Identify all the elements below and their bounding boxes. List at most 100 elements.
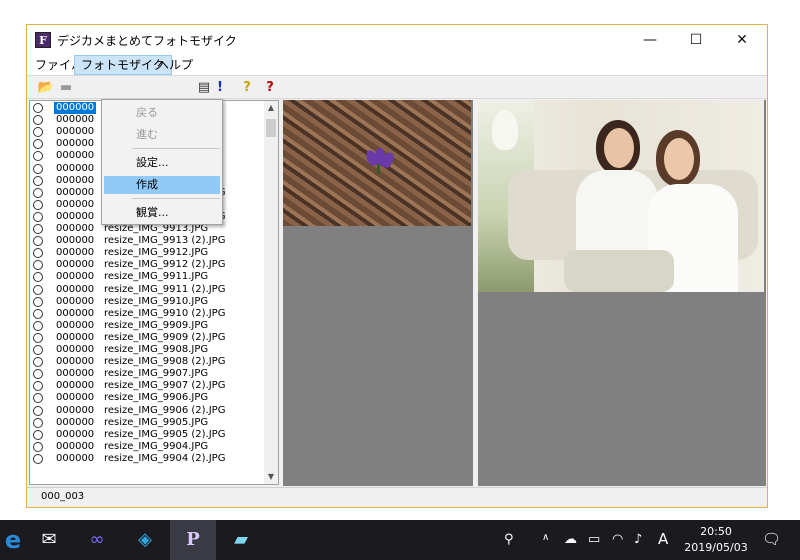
item-number: 000000 [56, 392, 95, 404]
list-item[interactable]: 000000 resize_IMG_9909.JPG [30, 320, 266, 332]
menu-view[interactable]: 観賞... [104, 204, 220, 222]
item-filename: resize_IMG_9907.JPG [104, 368, 209, 380]
radio-circle-icon [33, 381, 43, 392]
radio-circle-icon [33, 224, 43, 234]
context-help-icon[interactable]: ? [261, 79, 279, 97]
mail-icon[interactable]: ✉ [26, 520, 72, 560]
open-folder-icon[interactable]: 📂 [37, 79, 55, 97]
list-item[interactable]: 000000 resize_IMG_9911.JPG [30, 271, 266, 283]
item-number: 000000 [56, 283, 95, 295]
list-item[interactable]: 000000 resize_IMG_9905.JPG [30, 417, 266, 429]
list-item[interactable]: 000000 resize_IMG_9907 (2).JPG [30, 380, 266, 392]
mosaic-preview-pane[interactable] [478, 100, 766, 486]
clock[interactable]: 20:50 2019/05/03 [676, 524, 756, 556]
item-number: 000000 [56, 295, 95, 307]
list-item[interactable]: 000000 resize_IMG_9908 (2).JPG [30, 356, 266, 368]
menu-create[interactable]: 作成 [104, 176, 220, 194]
portrait-photo [478, 100, 764, 292]
item-number: 000000 [56, 319, 95, 331]
minimize-button[interactable]: — [627, 25, 673, 55]
window-title: デジカメまとめてフォトモザイク [57, 34, 237, 48]
onedrive-icon[interactable]: ☁ [564, 532, 577, 547]
radio-circle-icon [33, 127, 43, 138]
list-item[interactable]: 000000 resize_IMG_9912.JPG [30, 247, 266, 259]
item-filename: resize_IMG_9910 (2).JPG [104, 307, 226, 319]
clock-time: 20:50 [700, 525, 732, 538]
volume-icon[interactable]: ♪ [634, 532, 642, 547]
item-number: 000000 [56, 247, 95, 259]
title-bar[interactable]: F デジカメまとめてフォトモザイク — ☐ ✕ [27, 25, 767, 55]
item-filename: resize_IMG_9911 (2).JPG [104, 283, 226, 295]
radio-circle-icon [33, 453, 43, 464]
radio-circle-icon [33, 284, 43, 295]
radio-circle-icon [33, 405, 43, 416]
menu-separator [132, 198, 220, 199]
infinity-app-icon[interactable]: ∞ [74, 520, 120, 560]
list-item[interactable]: 000000 resize_IMG_9911 (2).JPG [30, 284, 266, 296]
source-image-pane[interactable] [283, 100, 473, 486]
chevron-up-icon[interactable]: ∧ [542, 532, 549, 543]
radio-circle-icon [33, 248, 43, 259]
list-item[interactable]: 000000 resize_IMG_9904 (2).JPG [30, 453, 266, 465]
list-item[interactable]: 000000 resize_IMG_9906 (2).JPG [30, 405, 266, 417]
item-number: 000000 [56, 307, 95, 319]
exclamation-icon[interactable]: ! [211, 79, 229, 97]
app-window: F デジカメまとめてフォトモザイク — ☐ ✕ ファイル フォトモザイク ヘルプ… [26, 24, 768, 508]
item-filename: resize_IMG_9912.JPG [104, 247, 209, 259]
scroll-thumb[interactable] [266, 119, 276, 137]
list-item[interactable]: 000000 resize_IMG_9907.JPG [30, 368, 266, 380]
item-filename: resize_IMG_9913 (2).JPG [104, 235, 226, 247]
desktop: F デジカメまとめてフォトモザイク — ☐ ✕ ファイル フォトモザイク ヘルプ… [0, 0, 800, 520]
close-button[interactable]: ✕ [719, 25, 765, 55]
item-number: 000000 [56, 114, 95, 126]
list-item[interactable]: 000000 resize_IMG_9908.JPG [30, 344, 266, 356]
flower-photo [283, 100, 471, 226]
menu-forward[interactable]: 進む [104, 126, 220, 144]
list-item[interactable]: 000000 resize_IMG_9910 (2).JPG [30, 308, 266, 320]
wifi-icon[interactable]: ◠ [612, 532, 623, 547]
notepad-app-icon[interactable]: ▰ [218, 520, 264, 560]
item-filename: resize_IMG_9910.JPG [104, 295, 209, 307]
list-item[interactable]: 000000 resize_IMG_9913 (2).JPG [30, 235, 266, 247]
people-icon[interactable]: ⚲ [504, 532, 514, 547]
list-item[interactable]: 000000 resize_IMG_9909 (2).JPG [30, 332, 266, 344]
menu-back[interactable]: 戻る [104, 104, 220, 122]
diamond-app-icon[interactable]: ◈ [122, 520, 168, 560]
maximize-button[interactable]: ☐ [673, 25, 719, 55]
menu-help[interactable]: ヘルプ [151, 55, 199, 75]
folder-icon[interactable]: ▬ [57, 79, 75, 97]
radio-circle-icon [33, 369, 43, 380]
radio-circle-icon [33, 236, 43, 247]
battery-icon[interactable]: ▭ [588, 532, 600, 547]
item-number: 000000 [56, 452, 95, 464]
photomosaic-app-icon[interactable]: P [170, 520, 216, 560]
toolbar: 📂 ▬ ▤ ! ? ? [27, 75, 767, 99]
help-icon[interactable]: ? [238, 79, 256, 97]
taskbar: e ✉ ∞ ◈ P ▰ ⚲ ∧ ☁ ▭ ◠ ♪ A 20:50 2019/05/… [0, 520, 800, 560]
clock-date: 2019/05/03 [684, 541, 748, 554]
scroll-up-icon[interactable]: ▲ [264, 101, 278, 115]
status-bar: 000_003 [27, 487, 767, 507]
menu-settings[interactable]: 設定... [104, 154, 220, 172]
item-number: 000000 [56, 174, 95, 186]
list-item[interactable]: 000000 resize_IMG_9904.JPG [30, 441, 266, 453]
item-number: 000000 [56, 440, 95, 452]
item-number: 000000 [56, 344, 95, 355]
item-number: 000000 [56, 380, 95, 392]
item-number: 000000 [56, 368, 95, 380]
list-scrollbar[interactable]: ▲ ▼ [264, 101, 278, 484]
list-item[interactable]: 000000 resize_IMG_9906.JPG [30, 392, 266, 404]
list-item[interactable]: 000000 resize_IMG_9905 (2).JPG [30, 429, 266, 441]
item-filename: resize_IMG_9906.JPG [104, 392, 209, 404]
list-item[interactable]: 000000 resize_IMG_9912 (2).JPG [30, 259, 266, 271]
scroll-down-icon[interactable]: ▼ [264, 470, 278, 484]
notification-icon[interactable]: 🗨 [762, 530, 781, 548]
radio-circle-icon [33, 345, 43, 355]
ime-indicator[interactable]: A [658, 530, 668, 548]
radio-circle-icon [33, 175, 43, 186]
list-item[interactable]: 000000 resize_IMG_9910.JPG [30, 296, 266, 308]
item-filename: resize_IMG_9908 (2).JPG [104, 356, 226, 368]
item-filename: resize_IMG_9905 (2).JPG [104, 428, 226, 440]
app-icon: F [35, 32, 51, 48]
item-filename: resize_IMG_9909 (2).JPG [104, 331, 226, 343]
